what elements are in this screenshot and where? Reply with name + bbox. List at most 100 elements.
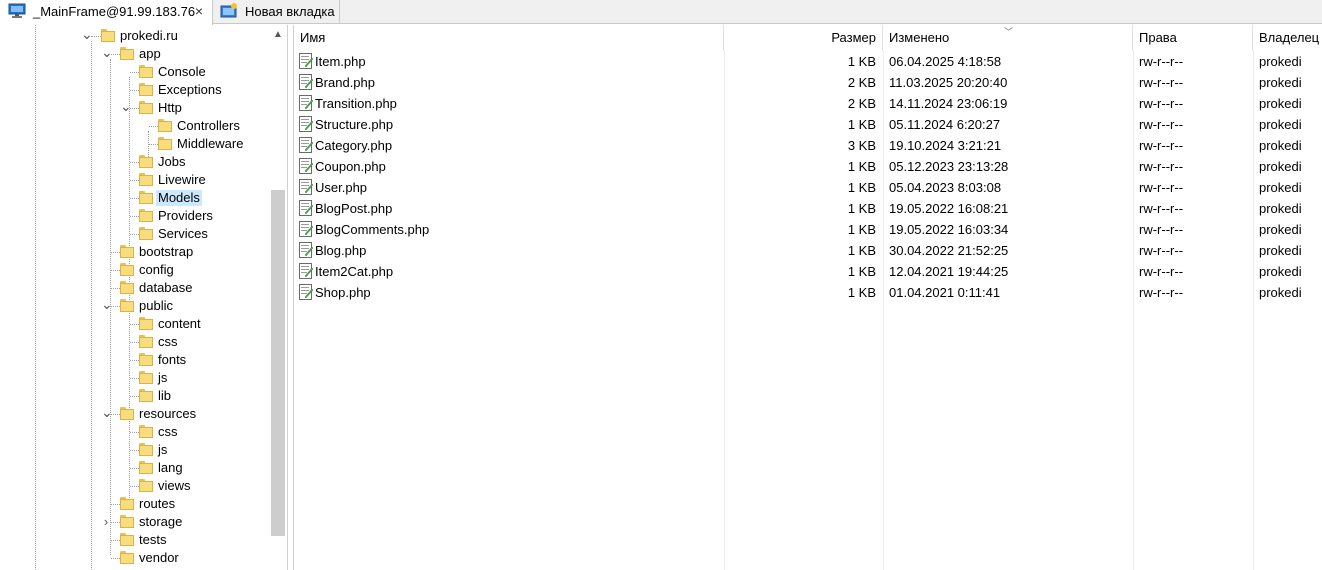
file-row[interactable]: BlogPost.php 1 KB 19.05.2022 16:08:21 rw-r-… — [294, 198, 1322, 219]
file-owner: prokedi — [1259, 264, 1302, 279]
file-name: Structure.php — [315, 117, 394, 132]
folder-icon — [139, 155, 154, 169]
scroll-up-icon[interactable]: ▲ — [271, 28, 285, 42]
tree-item[interactable]: lang — [0, 459, 268, 477]
file-owner: prokedi — [1259, 117, 1302, 132]
tree-item[interactable]: bootstrap — [0, 243, 268, 261]
tree-item[interactable]: Services — [0, 225, 268, 243]
tree-item[interactable]: database — [0, 279, 268, 297]
folder-icon — [120, 551, 135, 565]
tree-item[interactable]: Providers — [0, 207, 268, 225]
file-list[interactable]: Имя Размер Изменено ﹀ Права Владелец Ite… — [293, 25, 1322, 570]
tree-connector — [130, 378, 139, 379]
tree-item[interactable]: config — [0, 261, 268, 279]
tree-item[interactable]: Exceptions — [0, 81, 268, 99]
folder-icon — [120, 497, 135, 511]
tree-connector — [130, 450, 139, 451]
tree-item-label: storage — [139, 514, 183, 529]
folder-icon — [158, 119, 173, 133]
tree-item[interactable]: Middleware — [0, 135, 268, 153]
tree-item[interactable]: ⌄ app — [0, 45, 268, 63]
tree-connector — [149, 144, 158, 145]
chevron-down-icon[interactable]: ⌄ — [120, 99, 132, 113]
folder-icon — [139, 371, 154, 385]
tree-item-label: database — [139, 280, 193, 295]
file-rights: rw-r--r-- — [1139, 264, 1184, 279]
tree-item[interactable]: js — [0, 441, 268, 459]
column-header-name[interactable]: Имя — [294, 25, 724, 51]
tree-item-label: vendor — [139, 550, 179, 565]
tab-new[interactable]: Новая вкладка — [213, 0, 340, 24]
file-size: 2 KB — [847, 96, 876, 111]
file-row[interactable]: Shop.php 1 KB 01.04.2021 0:11:41 rw-r--r-- p… — [294, 282, 1322, 303]
tree-connector — [130, 360, 139, 361]
folder-icon — [120, 263, 135, 277]
tab-mainframe[interactable]: _MainFrame@91.99.183.76 × — [0, 0, 213, 25]
file-row[interactable]: Transition.php 2 KB 14.11.2024 23:06:19 rw-… — [294, 93, 1322, 114]
tree-item[interactable]: views — [0, 477, 268, 495]
tree-item-label: bootstrap — [139, 244, 194, 259]
file-row[interactable]: Brand.php 2 KB 11.03.2025 20:20:40 rw-r--r-… — [294, 72, 1322, 93]
file-row[interactable]: Blog.php 1 KB 30.04.2022 21:52:25 rw-r--r--… — [294, 240, 1322, 261]
tree-item[interactable]: fonts — [0, 351, 268, 369]
tree-item[interactable]: Controllers — [0, 117, 268, 135]
file-row[interactable]: Category.php 3 KB 19.10.2024 3:21:21 rw-r--… — [294, 135, 1322, 156]
file-size: 1 KB — [847, 117, 876, 132]
column-header-rights[interactable]: Права — [1133, 25, 1253, 51]
file-name: Shop.php — [315, 285, 371, 300]
tree-connector — [130, 468, 139, 469]
tree-item[interactable]: routes — [0, 495, 268, 513]
tree-item-label: routes — [139, 496, 176, 511]
tree-item[interactable]: Console — [0, 63, 268, 81]
file-row[interactable]: User.php 1 KB 05.04.2023 8:03:08 rw-r--r-- p… — [294, 177, 1322, 198]
folder-tree[interactable]: ▲ ⌄ prokedi.ru ⌄ app Console Exceptions ⌄ Http C… — [0, 25, 288, 570]
file-size: 2 KB — [847, 75, 876, 90]
folder-icon — [139, 227, 154, 241]
file-modified: 01.04.2021 0:11:41 — [889, 285, 1001, 300]
folder-icon — [120, 281, 135, 295]
chevron-right-icon[interactable]: › — [101, 515, 111, 528]
tree-item[interactable]: ⌄ prokedi.ru — [0, 27, 268, 45]
column-header-size[interactable]: Размер — [724, 25, 883, 51]
tree-item[interactable]: content — [0, 315, 268, 333]
chevron-down-icon[interactable]: ⌄ — [101, 45, 113, 59]
tree-item[interactable]: › storage — [0, 513, 268, 531]
tree-item[interactable]: vendor — [0, 549, 268, 567]
chevron-down-icon[interactable]: ⌄ — [101, 405, 113, 419]
tree-item[interactable]: Jobs — [0, 153, 268, 171]
tree-item[interactable]: Livewire — [0, 171, 268, 189]
file-name: Blog.php — [315, 243, 367, 258]
file-row[interactable]: Structure.php 1 KB 05.11.2024 6:20:27 rw-r-… — [294, 114, 1322, 135]
file-row[interactable]: Coupon.php 1 KB 05.12.2023 23:13:28 rw-r--r… — [294, 156, 1322, 177]
folder-icon — [139, 479, 154, 493]
folder-icon — [158, 137, 173, 151]
tree-item[interactable]: ⌄ public — [0, 297, 268, 315]
tree-connector — [111, 558, 120, 559]
close-tab-icon[interactable]: × — [192, 4, 206, 18]
tree-item[interactable]: ⌄ resources — [0, 405, 268, 423]
file-name: Item.php — [315, 54, 366, 69]
tree-item[interactable]: js — [0, 369, 268, 387]
file-owner: prokedi — [1259, 201, 1302, 216]
tree-item[interactable]: css — [0, 423, 268, 441]
file-row[interactable]: BlogComments.php 1 KB 19.05.2022 16:03:34 r… — [294, 219, 1322, 240]
file-modified: 05.11.2024 6:20:27 — [889, 117, 1001, 132]
file-owner: prokedi — [1259, 285, 1302, 300]
file-row[interactable]: Item.php 1 KB 06.04.2025 4:18:58 rw-r--r-- p… — [294, 51, 1322, 72]
file-size: 1 KB — [847, 285, 876, 300]
chevron-down-icon[interactable]: ⌄ — [81, 27, 93, 41]
tree-scrollbar-thumb[interactable] — [271, 190, 285, 536]
file-row[interactable]: Item2Cat.php 1 KB 12.04.2021 19:44:25 rw-r-… — [294, 261, 1322, 282]
tree-connector — [130, 72, 139, 73]
tree-item[interactable]: Models — [0, 189, 268, 207]
tree-item[interactable]: lib — [0, 387, 268, 405]
chevron-down-icon[interactable]: ⌄ — [101, 297, 113, 311]
file-name: Brand.php — [315, 75, 375, 90]
tree-item-label: resources — [139, 406, 197, 421]
file-owner: prokedi — [1259, 243, 1302, 258]
column-header-owner[interactable]: Владелец — [1253, 25, 1322, 51]
tree-item[interactable]: css — [0, 333, 268, 351]
tree-item[interactable]: tests — [0, 531, 268, 549]
new-tab-icon — [220, 3, 237, 18]
tree-item[interactable]: ⌄ Http — [0, 99, 268, 117]
